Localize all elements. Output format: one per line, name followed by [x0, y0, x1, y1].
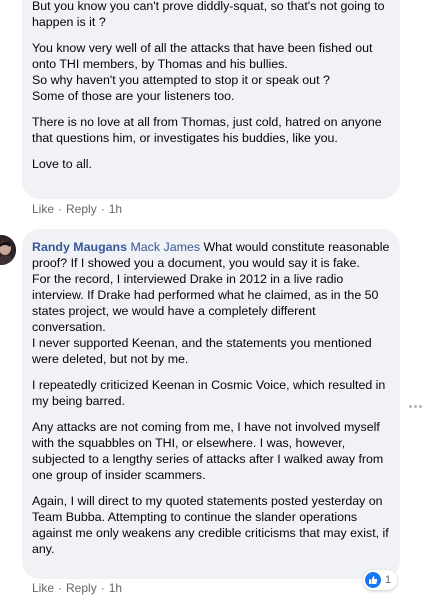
separator: ·	[100, 581, 105, 595]
author-name[interactable]: Randy Maugans	[32, 240, 127, 254]
comment-1-paragraph: You know very well of all the attacks th…	[32, 40, 390, 104]
comment-1-paragraph: There is no love at all from Thomas, jus…	[32, 115, 382, 145]
comment-1-paragraph: But you know you can't prove diddly-squa…	[32, 0, 385, 29]
separator: ·	[58, 202, 63, 216]
comment-2-paragraph: For the record, I interviewed Drake in 2…	[32, 271, 390, 367]
timestamp[interactable]: 1h	[109, 581, 122, 595]
timestamp[interactable]: 1h	[109, 202, 122, 216]
comment-1-actions: Like · Reply · 1h	[32, 201, 122, 217]
reply-link[interactable]: Reply	[66, 202, 97, 216]
more-options-icon[interactable]	[409, 400, 423, 412]
comment-bubble-1: But you know you can't prove diddly-squa…	[22, 0, 400, 199]
avatar-image	[0, 235, 16, 265]
reaction-summary[interactable]: 1	[363, 570, 398, 590]
comment-1-paragraph: Love to all.	[32, 157, 92, 171]
reaction-count: 1	[385, 574, 392, 586]
comment-2-paragraph: Any attacks are not coming from me, I ha…	[32, 420, 384, 482]
comment-bubble-2: Randy Maugans Mack James What would cons…	[22, 229, 400, 579]
comment-1-paragraph-text: You know very well of all the attacks th…	[32, 41, 373, 103]
avatar[interactable]	[0, 235, 16, 265]
separator: ·	[100, 202, 105, 216]
thumbs-up-icon	[365, 572, 381, 588]
like-link[interactable]: Like	[32, 202, 54, 216]
comment-2-paragraph: Again, I will direct to my quoted statem…	[32, 494, 389, 556]
separator: ·	[58, 581, 63, 595]
like-link[interactable]: Like	[32, 581, 54, 595]
comment-2-actions: Like · Reply · 1h	[32, 580, 122, 596]
comment-2-paragraph: I repeatedly criticized Keenan in Cosmic…	[32, 378, 386, 408]
mention-tag[interactable]: Mack James	[130, 240, 200, 254]
comment-2-intro: Randy Maugans Mack James What would cons…	[32, 239, 390, 271]
reply-link[interactable]: Reply	[66, 581, 97, 595]
comment-2-paragraph-text: For the record, I interviewed Drake in 2…	[32, 272, 379, 366]
